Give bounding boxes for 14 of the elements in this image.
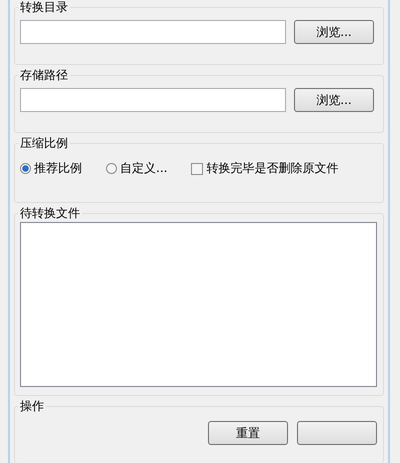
browse-button[interactable]: 浏览... — [294, 20, 374, 44]
radio-option[interactable]: 自定义... — [106, 160, 168, 177]
action-button[interactable] — [297, 421, 377, 445]
delete-original-checkbox[interactable]: 转换完毕是否删除原文件 — [191, 160, 338, 177]
action-button[interactable]: 重置 — [208, 421, 288, 445]
group-title: 转换目录 — [18, 0, 70, 15]
group-title: 待转换文件 — [18, 205, 82, 221]
path-field[interactable] — [20, 20, 286, 44]
browse-button[interactable]: 浏览... — [294, 88, 374, 112]
radio-option[interactable]: 推荐比例 — [20, 160, 82, 177]
group-title: 压缩比例 — [18, 135, 70, 151]
group-title: 存储路径 — [18, 67, 70, 83]
group-title: 操作 — [18, 398, 46, 414]
path-field[interactable] — [20, 88, 286, 112]
